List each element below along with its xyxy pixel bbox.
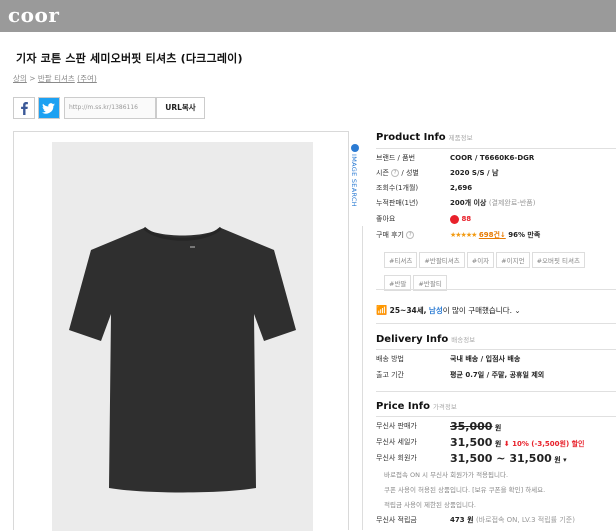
breadcrumb-code: (주여) <box>77 74 97 83</box>
sales-note: (결제완료-반품) <box>488 199 536 207</box>
price-note: 쿠폰 사용이 허용된 상품입니다. [보유 쿠폰을 확인] 하세요. <box>384 486 546 494</box>
image-search-button[interactable]: IMAGE SEARCH <box>348 142 362 226</box>
image-search-label: IMAGE SEARCH <box>350 154 358 207</box>
product-info-subtitle: 제품정보 <box>448 134 473 142</box>
demo-gender: 남성 <box>428 306 443 315</box>
help-icon[interactable]: ? <box>391 169 400 177</box>
tag-chip[interactable]: #오버핏 티셔츠 <box>531 252 585 268</box>
review-count-link[interactable]: 698건 <box>479 231 500 239</box>
delivery-info-subtitle: 배송정보 <box>451 336 476 344</box>
breadcrumb-category[interactable]: 상의 <box>13 74 27 83</box>
currency-unit: 원 <box>494 424 502 432</box>
season-label: 시즌 <box>376 169 389 177</box>
divider <box>362 226 363 530</box>
likes-count: 88 <box>461 215 472 223</box>
breadcrumb-separator: > <box>29 74 36 83</box>
currency-unit: 원 <box>554 456 561 464</box>
product-image[interactable] <box>52 142 313 531</box>
arrow-down-icon: ↓ <box>499 231 506 239</box>
tag-chip[interactable]: #이자 <box>466 252 495 268</box>
review-label: 구매 후기 <box>376 231 404 239</box>
tag-chip[interactable]: #이지언 <box>496 252 530 268</box>
price-note: 바로접속 ON 시 무신사 회원가가 적용됩니다. <box>384 471 509 479</box>
sale-price-label: 무신사 세일가 <box>376 438 417 446</box>
delivery-method-value: 국내 배송 / 입점사 배송 <box>450 355 521 363</box>
gender-label: 성별 <box>405 169 419 177</box>
share-url-field[interactable]: http://m.ss.kr/1386116 <box>64 97 156 119</box>
page-title: 기자 코튼 스판 세미오버핏 티셔츠 (다크그레이) <box>16 52 243 65</box>
discount-text: 10% (-3,500원) 할인 <box>512 440 585 448</box>
sales-label: 누적판매(1년) <box>376 199 419 207</box>
season-value: 2020 S/S / 남 <box>450 169 499 177</box>
currency-unit: 원 <box>467 516 474 524</box>
buyer-demographic[interactable]: 📶 25~34세, 남성이 많이 구매했습니다. ⌄ <box>376 305 521 316</box>
tshirt-image <box>69 226 296 493</box>
image-search-icon <box>351 144 359 152</box>
product-image-frame <box>13 131 349 531</box>
delivery-info-heading: Delivery Info 배송정보 <box>376 334 475 345</box>
views-label: 조회수(1개월) <box>376 184 419 192</box>
member-price-label: 무신사 회원가 <box>376 454 417 462</box>
arrow-down-icon: ⬇ <box>503 440 510 448</box>
sales-value: 200개 이상 <box>450 199 487 207</box>
caret-down-icon: ▾ <box>563 456 567 464</box>
ship-time-label: 출고 기간 <box>376 371 404 379</box>
price-info-heading: Price Info 가격정보 <box>376 401 457 412</box>
divider <box>376 148 616 149</box>
points-value: 473 <box>450 516 465 524</box>
points-note: (바로접속 ON, LV.3 적립률 기준) <box>475 516 575 524</box>
twitter-icon <box>42 103 55 114</box>
divider <box>376 323 616 324</box>
demo-age: 25~34세, <box>389 306 427 315</box>
tag-list: #티셔츠 #반팔티셔츠 #이자 #이지언 #오버핏 티셔츠#반팔 #반팔티 <box>384 248 616 294</box>
breadcrumb: 상의 > 반팔 티셔츠 (주여) <box>13 73 97 84</box>
chart-icon: 📶 <box>376 306 388 316</box>
product-info-title: Product Info <box>376 132 446 143</box>
divider <box>376 349 616 350</box>
price-info-title: Price Info <box>376 401 430 412</box>
twitter-share-button[interactable] <box>38 97 60 119</box>
facebook-share-button[interactable] <box>13 97 35 119</box>
breadcrumb-subcategory[interactable]: 반팔 티셔츠 <box>38 74 75 83</box>
list-price-label: 무신사 판매가 <box>376 422 417 430</box>
likes-label: 좋아요 <box>376 215 396 223</box>
currency-unit: 원 <box>494 440 502 448</box>
member-price-value: 31,500 ~ 31,500 <box>450 452 552 465</box>
product-info-heading: Product Info 제품정보 <box>376 132 473 143</box>
divider <box>376 416 616 417</box>
brand-logo[interactable]: coor <box>8 3 59 27</box>
price-info-subtitle: 가격정보 <box>432 403 457 411</box>
heart-icon[interactable] <box>450 214 459 224</box>
divider <box>376 289 616 290</box>
tag-chip[interactable]: #티셔츠 <box>384 252 418 268</box>
rating-stars: ★★★★★ <box>450 231 477 239</box>
brand-value[interactable]: COOR / T6660K6-DGR <box>450 153 534 164</box>
delivery-method-label: 배송 방법 <box>376 355 404 363</box>
facebook-icon <box>21 102 28 115</box>
brand-label: 브랜드 / 품번 <box>376 154 416 162</box>
delivery-info-title: Delivery Info <box>376 334 449 345</box>
price-note: 적립금 사용이 제한된 상품입니다. <box>384 501 476 509</box>
views-value: 2,696 <box>450 184 473 192</box>
chevron-down-icon: ⌄ <box>514 306 521 315</box>
demo-text: 이 많이 구매했습니다. <box>442 306 512 315</box>
divider <box>376 391 616 392</box>
copy-url-button[interactable]: URL복사 <box>156 97 205 119</box>
tag-chip[interactable]: #반팔티셔츠 <box>419 252 465 268</box>
sale-price-value: 31,500 <box>450 436 493 449</box>
help-icon[interactable]: ? <box>406 231 415 239</box>
points-label: 무신사 적립금 <box>376 516 417 524</box>
list-price-value: 35,000 <box>450 420 493 433</box>
review-satisfaction: 96% 만족 <box>508 231 541 239</box>
ship-time-value: 평균 0.7일 / 주말, 공휴일 제외 <box>450 371 545 379</box>
top-bar: coor <box>0 0 616 32</box>
